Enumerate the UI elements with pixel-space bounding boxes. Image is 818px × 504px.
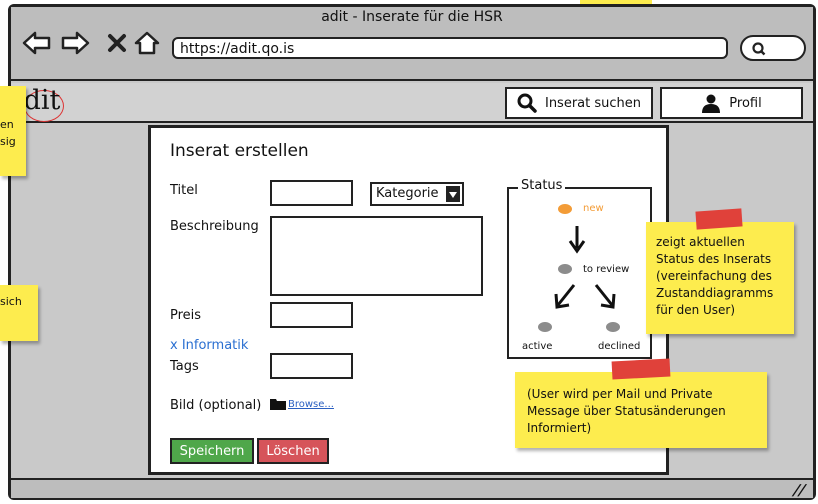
back-arrow-icon[interactable]	[22, 28, 52, 58]
price-input[interactable]	[270, 302, 353, 328]
remove-tag-link[interactable]: x Informatik	[170, 338, 248, 353]
folder-icon	[270, 399, 286, 410]
note-line: en	[0, 118, 14, 131]
delete-button[interactable]: Löschen	[257, 438, 329, 464]
save-button[interactable]: Speichern	[170, 438, 254, 464]
dropdown-arrow-icon	[446, 186, 460, 202]
status-declined-label: declined	[598, 341, 641, 352]
title-input[interactable]	[270, 180, 353, 206]
status-review-dot	[558, 264, 572, 274]
title-label: Titel	[170, 183, 198, 198]
note-line: Status des Inserats	[656, 252, 772, 266]
browser-statusbar	[11, 478, 813, 498]
logo-text: dit	[23, 85, 61, 116]
tags-label: Tags	[170, 359, 199, 374]
sticky-note-status: zeigt aktuellen Status des Inserats (ver…	[646, 222, 794, 334]
sticky-note-left-1: en sig	[0, 86, 26, 176]
profile-button[interactable]: Profil	[660, 87, 803, 119]
arrow-down-left-icon	[554, 284, 576, 309]
magnifier-icon	[517, 93, 537, 113]
search-icon	[752, 42, 766, 56]
search-listings-button[interactable]: Inserat suchen	[505, 87, 653, 119]
sticky-note-left-2: sich	[0, 285, 38, 341]
note-line: sich	[0, 295, 22, 308]
home-icon[interactable]	[132, 28, 162, 58]
app-logo[interactable]: dit	[20, 84, 64, 122]
tape-strip	[695, 208, 743, 230]
user-icon	[702, 94, 721, 113]
category-select-value: Kategorie	[376, 186, 439, 201]
status-review-label: to review	[583, 264, 630, 275]
window-title: adit - Inserate für die HSR	[321, 9, 503, 25]
note-line: (User wird per Mail und Private	[527, 387, 713, 401]
note-line: Zustanddiagramms	[656, 286, 774, 300]
note-line: zeigt aktuellen	[656, 235, 745, 249]
stop-close-icon[interactable]	[102, 28, 132, 58]
status-declined-dot	[606, 322, 620, 332]
note-line: (vereinfachung des	[656, 269, 772, 283]
sticky-note-top-edge	[580, 0, 652, 4]
dialog-title: Inserat erstellen	[170, 141, 309, 161]
description-textarea[interactable]	[270, 216, 483, 296]
tags-input[interactable]	[270, 353, 353, 379]
status-legend: Status	[518, 178, 566, 193]
status-active-label: active	[522, 341, 553, 352]
browser-search-field[interactable]	[740, 35, 806, 61]
category-select[interactable]: Kategorie	[370, 182, 464, 206]
price-label: Preis	[170, 308, 202, 323]
forward-arrow-icon[interactable]	[60, 28, 90, 58]
description-label: Beschreibung	[170, 219, 259, 234]
arrow-down-icon	[568, 226, 586, 254]
status-active-dot	[538, 322, 552, 332]
status-panel	[507, 187, 652, 359]
browse-label: Browse...	[288, 398, 334, 410]
status-new-dot	[558, 204, 572, 214]
image-label: Bild (optional)	[170, 398, 262, 413]
note-line: Informiert)	[527, 421, 592, 435]
search-listings-label: Inserat suchen	[544, 95, 642, 111]
status-new-label: new	[583, 203, 604, 214]
note-line: für den User)	[656, 303, 736, 317]
profile-label: Profil	[729, 95, 762, 111]
tape-strip	[611, 358, 671, 380]
note-line: Message über Statusänderungen	[527, 404, 726, 418]
sticky-note-mail: (User wird per Mail und Private Message …	[515, 372, 767, 448]
browse-link[interactable]: Browse...	[270, 398, 334, 410]
url-input[interactable]: https://adit.qo.is	[172, 37, 728, 59]
note-line: sig	[0, 135, 16, 148]
arrow-down-right-icon	[594, 284, 616, 309]
